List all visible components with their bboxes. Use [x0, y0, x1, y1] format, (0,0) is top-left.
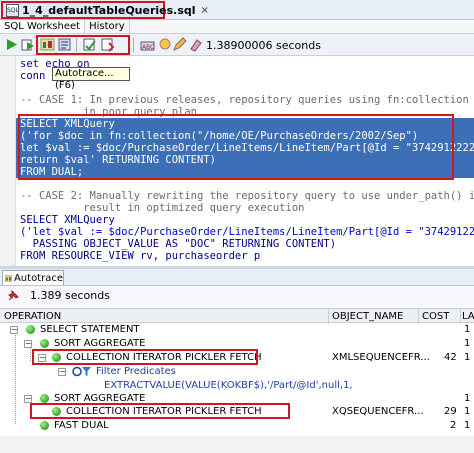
sql-file-icon: SQL	[6, 3, 19, 17]
run-script-icon[interactable]	[20, 37, 35, 52]
toolbar-highlight-box	[36, 35, 130, 55]
close-icon[interactable]: ×	[201, 5, 209, 16]
plan-node-icon	[40, 339, 49, 348]
collapse-toggle[interactable]: −	[24, 340, 32, 348]
table-row[interactable]: − SELECT STATEMENT 1	[0, 323, 474, 336]
code-line: SELECT XMLQuery	[20, 214, 115, 226]
predicate-cell: EXTRACTVALUE(VALUE(KOKBF$),'/Part/@Id',n…	[104, 380, 353, 391]
last-cell: 1	[464, 420, 471, 431]
collapse-toggle[interactable]: −	[24, 395, 32, 403]
pickler-fetch-highlight-box-2	[30, 403, 290, 419]
pin-icon[interactable]	[6, 289, 20, 306]
case1-query-highlight-box	[18, 114, 454, 180]
last-cell: 1	[464, 338, 471, 349]
autotrace-tab-bar: Autotrace	[0, 269, 474, 286]
tab-autotrace-label: Autotrace	[13, 272, 63, 284]
last-cell: 1	[464, 406, 471, 417]
file-tab-label: 1_4_defaultTableQueries.sql	[22, 3, 196, 17]
pickler-fetch-highlight-box-1	[32, 349, 258, 365]
autotrace-elapsed: 1.389 seconds	[30, 289, 110, 302]
editor-gutter	[0, 56, 16, 266]
column-divider	[460, 309, 461, 324]
worksheet-subtabs: SQL Worksheet History	[0, 20, 474, 34]
collapse-toggle[interactable]: −	[58, 368, 66, 376]
column-divider	[418, 309, 419, 324]
tab-autotrace[interactable]: Autotrace	[2, 270, 64, 285]
last-cell: 1	[464, 352, 471, 363]
plan-node-icon	[40, 421, 49, 430]
operation-cell: FAST DUAL	[54, 420, 109, 431]
col-operation[interactable]: OPERATION	[4, 310, 61, 323]
autotrace-tab-icon	[5, 274, 12, 282]
table-row[interactable]: EXTRACTVALUE(VALUE(KOKBF$),'/Part/@Id',n…	[0, 379, 474, 392]
plan-grid-header: OPERATION OBJECT_NAME COST LA	[0, 308, 474, 324]
tab-history[interactable]: History	[85, 20, 130, 33]
unshared-sql-icon[interactable]	[158, 37, 173, 52]
pencil-icon[interactable]	[172, 37, 187, 52]
code-line: -- CASE 1: In previous releases, reposit…	[20, 94, 469, 106]
status-area	[0, 436, 474, 453]
file-tab[interactable]: SQL 1_4_defaultTableQueries.sql ×	[1, 1, 209, 19]
code-line: -- CASE 2: Manually rewriting the reposi…	[20, 190, 474, 202]
last-cell: 1	[464, 393, 471, 404]
editor-tab-bar: SQL 1_4_defaultTableQueries.sql ×	[0, 0, 474, 20]
column-divider	[328, 309, 329, 324]
code-line: result in optimized query execution	[20, 202, 305, 214]
toolbar-separator	[133, 38, 134, 52]
cost-cell: 42	[444, 352, 457, 363]
svg-text:ABC: ABC	[142, 44, 154, 51]
code-line: FROM RESOURCE_VIEW rv, purchaseorder p	[20, 250, 261, 262]
table-row[interactable]: − Filter Predicates	[0, 365, 474, 378]
cost-cell: 29	[444, 406, 457, 417]
operation-cell: Filter Predicates	[96, 366, 176, 377]
plan-node-icon	[40, 394, 49, 403]
run-statement-icon[interactable]	[4, 37, 19, 52]
clear-icon[interactable]	[188, 37, 203, 52]
rollback-icon[interactable]: ABC	[140, 37, 155, 52]
autotrace-tooltip: Autotrace... (F6)	[52, 67, 130, 91]
operation-cell: SELECT STATEMENT	[40, 324, 140, 335]
code-line: conn	[20, 70, 46, 82]
autotrace-toolbar: 1.389 seconds	[0, 286, 474, 306]
table-row[interactable]: FAST DUAL 2 1	[0, 419, 474, 432]
tab-sql-worksheet[interactable]: SQL Worksheet	[0, 20, 86, 33]
object-name-cell: XQSEQUENCEFR...	[332, 406, 424, 417]
col-last[interactable]: LA	[462, 310, 474, 323]
execution-time: 1.38900006 seconds	[206, 39, 321, 52]
code-line: ('let $val := $doc/PurchaseOrder/LineIte…	[20, 226, 474, 238]
object-name-cell: XMLSEQUENCEFR...	[332, 352, 430, 363]
plan-node-icon	[26, 325, 35, 334]
collapse-toggle[interactable]: −	[10, 326, 18, 334]
col-cost[interactable]: COST	[422, 310, 449, 323]
last-cell: 1	[464, 324, 471, 335]
col-object-name[interactable]: OBJECT_NAME	[332, 310, 403, 323]
cost-cell: 2	[450, 420, 457, 431]
code-line: PASSING OBJECT_VALUE AS "DOC" RETURNING …	[20, 238, 337, 250]
